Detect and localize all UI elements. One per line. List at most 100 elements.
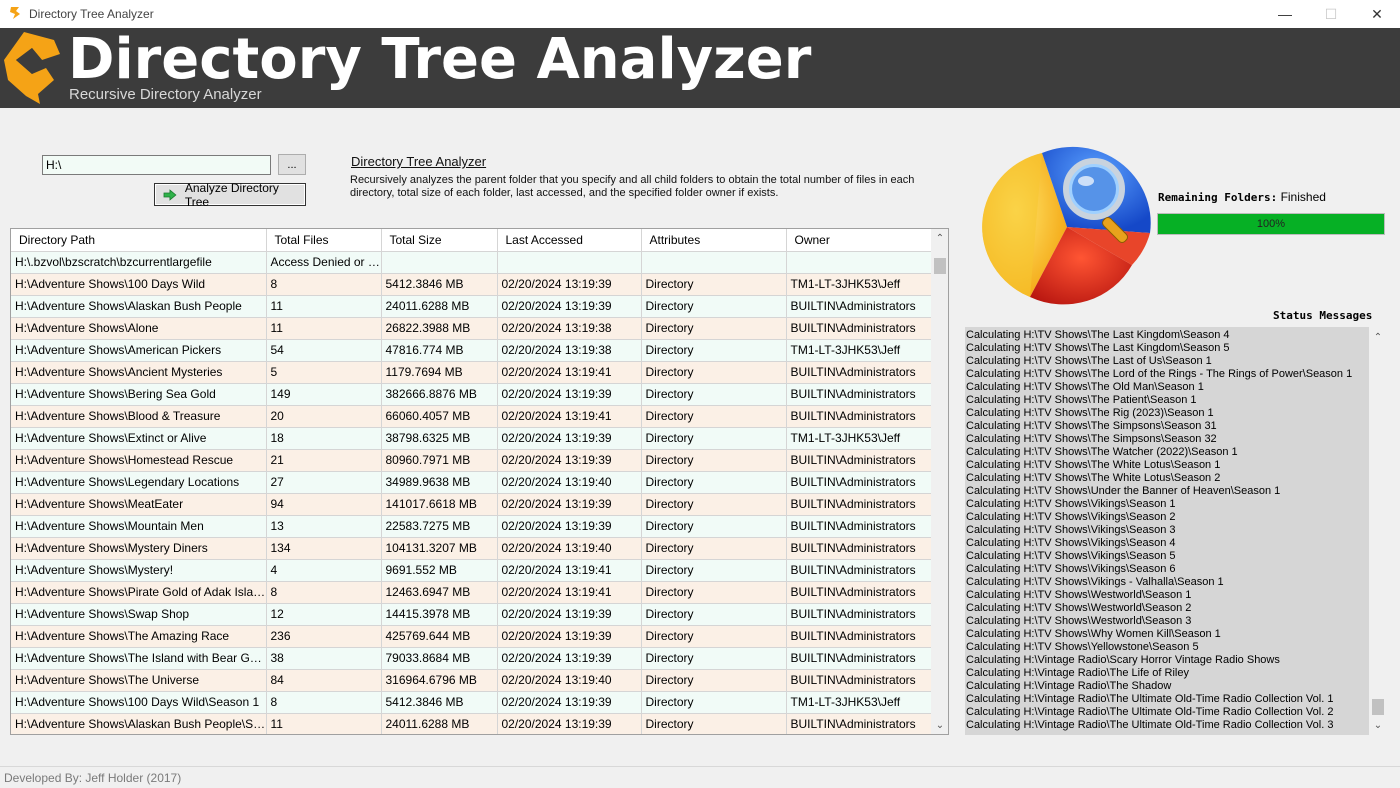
- grid-scroll-up-arrow-icon[interactable]: ⌃: [931, 230, 948, 247]
- table-cell: 149: [266, 383, 382, 406]
- grid-scroll-down-arrow-icon[interactable]: ⌄: [931, 717, 948, 734]
- table-cell: 104131.3207 MB: [381, 537, 498, 560]
- status-message: Calculating H:\TV Shows\The Patient\Seas…: [966, 394, 1197, 406]
- table-row[interactable]: H:\Adventure Shows\Mystery! 4 9691.552 MB 0…: [11, 559, 932, 582]
- table-row[interactable]: H:\Adventure Shows\100 Days Wild 8 5412.38…: [11, 273, 932, 296]
- table-cell: 02/20/2024 13:19:40: [497, 537, 642, 560]
- column-header[interactable]: Attributes: [641, 229, 787, 252]
- footer-divider: [0, 766, 1400, 767]
- table-cell: Directory: [641, 317, 787, 340]
- scroll-down-arrow-icon[interactable]: ⌄: [1369, 717, 1387, 734]
- table-cell: 5412.3846 MB: [381, 273, 498, 296]
- table-cell: 18: [266, 427, 382, 450]
- app-icon: [10, 7, 20, 19]
- status-scrollbar[interactable]: ⌃ ⌄: [1369, 327, 1387, 735]
- table-cell: H:\Adventure Shows\100 Days Wild: [11, 273, 267, 296]
- table-cell: 141017.6618 MB: [381, 493, 498, 516]
- table-cell: 5412.3846 MB: [381, 691, 498, 714]
- table-row[interactable]: H:\.bzvol\bzscratch\bzcurrentlargefile Ac…: [11, 251, 932, 274]
- grid-scrollbar[interactable]: ⌃ ⌄: [931, 229, 948, 734]
- table-cell: 02/20/2024 13:19:39: [497, 603, 642, 626]
- table-cell: 79033.8684 MB: [381, 647, 498, 670]
- table-cell: 12463.6947 MB: [381, 581, 498, 604]
- table-cell: 02/20/2024 13:19:39: [497, 515, 642, 538]
- maximize-button[interactable]: ☐: [1308, 0, 1354, 28]
- table-cell: H:\Adventure Shows\Homestead Rescue: [11, 449, 267, 472]
- table-cell: H:\Adventure Shows\Blood & Treasure: [11, 405, 267, 428]
- status-message: Calculating H:\TV Shows\Westworld\Season…: [966, 602, 1192, 614]
- table-cell: Directory: [641, 537, 787, 560]
- table-row[interactable]: H:\Adventure Shows\Blood & Treasure 20 660…: [11, 405, 932, 428]
- table-cell: Directory: [641, 339, 787, 362]
- table-row[interactable]: H:\Adventure Shows\American Pickers 54 478…: [11, 339, 932, 362]
- status-message: Calculating H:\TV Shows\Under the Banner…: [966, 485, 1281, 497]
- table-cell: 24011.6288 MB: [381, 295, 498, 318]
- table-row[interactable]: H:\Adventure Shows\The Amazing Race 236 42…: [11, 625, 932, 648]
- table-row[interactable]: H:\Adventure Shows\100 Days Wild\Season …: [11, 691, 932, 714]
- table-cell: BUILTIN\Administrators: [786, 361, 932, 384]
- table-row[interactable]: H:\Adventure Shows\Homestead Rescue 21 809…: [11, 449, 932, 472]
- table-cell: 11: [266, 295, 382, 318]
- table-cell: TM1-LT-3JHK53\Jeff: [786, 427, 932, 450]
- table-row[interactable]: H:\Adventure Shows\MeatEater 94 141017.661…: [11, 493, 932, 516]
- table-cell: 34989.9638 MB: [381, 471, 498, 494]
- table-row[interactable]: H:\Adventure Shows\Ancient Mysteries 5 117…: [11, 361, 932, 384]
- table-cell: H:\Adventure Shows\Swap Shop: [11, 603, 267, 626]
- arrow-right-icon: [163, 188, 177, 201]
- table-row[interactable]: H:\Adventure Shows\Bering Sea Gold 149 382…: [11, 383, 932, 406]
- column-header[interactable]: Directory Path: [11, 229, 267, 252]
- table-cell: H:\Adventure Shows\The Amazing Race: [11, 625, 267, 648]
- minimize-button[interactable]: —: [1262, 0, 1308, 28]
- table-cell: 02/20/2024 13:19:39: [497, 625, 642, 648]
- description-title: Directory Tree Analyzer: [351, 154, 487, 169]
- table-cell: Directory: [641, 581, 787, 604]
- table-cell: 02/20/2024 13:19:39: [497, 493, 642, 516]
- table-cell: 27: [266, 471, 382, 494]
- table-cell: BUILTIN\Administrators: [786, 581, 932, 604]
- scroll-up-arrow-icon[interactable]: ⌃: [1369, 329, 1387, 346]
- close-button[interactable]: ✕: [1354, 0, 1400, 28]
- status-message: Calculating H:\TV Shows\Vikings\Season 5: [966, 550, 1176, 562]
- table-cell: 38798.6325 MB: [381, 427, 498, 450]
- table-cell: Directory: [641, 493, 787, 516]
- column-header[interactable]: Last Accessed: [497, 229, 642, 252]
- table-row[interactable]: H:\Adventure Shows\Pirate Gold of Adak I…: [11, 581, 932, 604]
- table-cell: H:\Adventure Shows\Alaskan Bush People: [11, 295, 267, 318]
- column-header[interactable]: Total Files: [266, 229, 382, 252]
- directory-grid[interactable]: Directory Path Total Files Total Size Last …: [10, 228, 949, 735]
- status-message: Calculating H:\TV Shows\The White Lotus\…: [966, 459, 1221, 471]
- title-bar: Directory Tree Analyzer — ☐ ✕: [0, 0, 1400, 28]
- table-row[interactable]: H:\Adventure Shows\Alaskan Bush People 11…: [11, 295, 932, 318]
- app-logo-icon: [4, 32, 60, 104]
- analyze-directory-tree-button[interactable]: Analyze Directory Tree: [154, 181, 306, 209]
- table-row[interactable]: H:\Adventure Shows\The Universe 84 316964.…: [11, 669, 932, 692]
- table-cell: Directory: [641, 603, 787, 626]
- table-cell: 24011.6288 MB: [381, 713, 498, 734]
- status-messages-list[interactable]: Calculating H:\TV Shows\The Last Kingdom…: [965, 327, 1387, 735]
- scroll-thumb[interactable]: [1372, 699, 1384, 715]
- progress-text: 100%: [1256, 218, 1286, 230]
- browse-button[interactable]: ...: [278, 154, 306, 175]
- table-row[interactable]: H:\Adventure Shows\The Island with Bear …: [11, 647, 932, 670]
- status-message: Calculating H:\Vintage Radio\The Shadow: [966, 680, 1172, 692]
- table-row[interactable]: H:\Adventure Shows\Legendary Locations 27…: [11, 471, 932, 494]
- column-header[interactable]: Owner: [786, 229, 932, 252]
- table-cell: [786, 251, 932, 274]
- table-row[interactable]: H:\Adventure Shows\Alaskan Bush People\S…: [11, 713, 932, 734]
- table-cell: 02/20/2024 13:19:40: [497, 669, 642, 692]
- status-message: Calculating H:\TV Shows\Westworld\Season…: [966, 615, 1192, 627]
- grid-scroll-thumb[interactable]: [934, 258, 946, 274]
- table-row[interactable]: H:\Adventure Shows\Alone 11 26822.3988 MB 0…: [11, 317, 932, 340]
- table-cell: 316964.6796 MB: [381, 669, 498, 692]
- table-row[interactable]: H:\Adventure Shows\Mystery Diners 134 1041…: [11, 537, 932, 560]
- table-row[interactable]: H:\Adventure Shows\Mountain Men 13 22583.7…: [11, 515, 932, 538]
- table-row[interactable]: H:\Adventure Shows\Extinct or Alive 18 387…: [11, 427, 932, 450]
- table-cell: 1179.7694 MB: [381, 361, 498, 384]
- directory-path-input[interactable]: [42, 155, 271, 175]
- table-cell: BUILTIN\Administrators: [786, 713, 932, 734]
- table-row[interactable]: H:\Adventure Shows\Swap Shop 12 14415.3978…: [11, 603, 932, 626]
- column-header[interactable]: Total Size: [381, 229, 498, 252]
- table-cell: 02/20/2024 13:19:41: [497, 559, 642, 582]
- banner-title: Directory Tree Analyzer: [68, 27, 812, 92]
- pie-chart-magnifier-icon: [982, 146, 1151, 305]
